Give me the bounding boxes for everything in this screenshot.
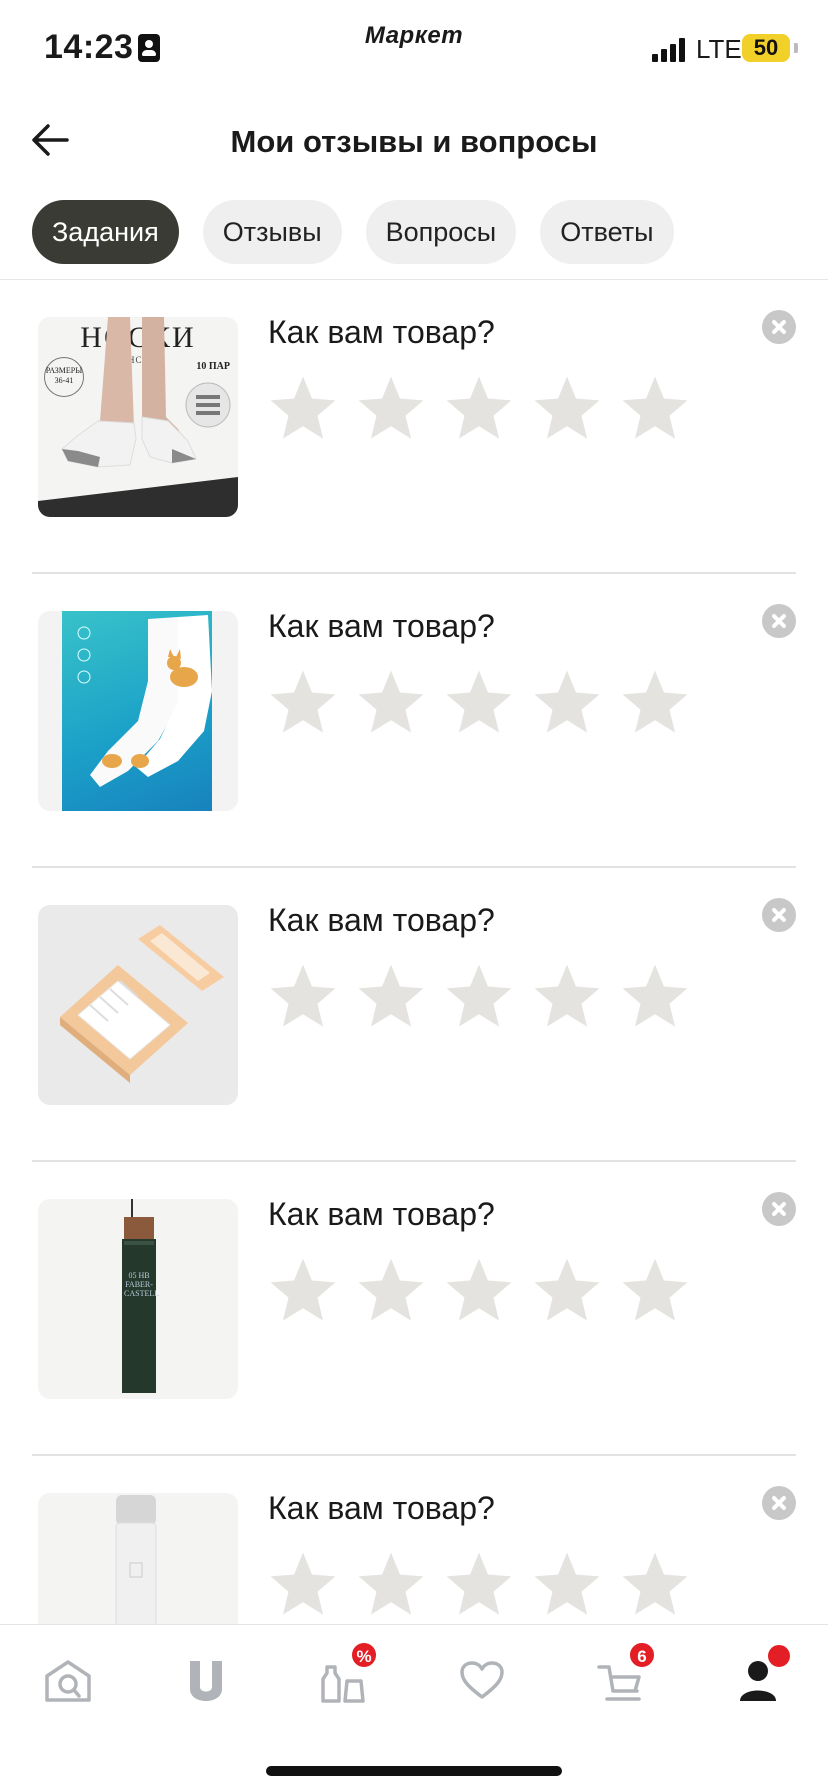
star-icon[interactable] <box>618 960 692 1034</box>
nav-discounts[interactable]: % <box>314 1641 378 1711</box>
star-icon[interactable] <box>530 1548 604 1622</box>
star-icon[interactable] <box>266 1548 340 1622</box>
rating-question: Как вам товар? <box>268 608 495 644</box>
star-rating <box>266 1254 692 1328</box>
home-icon <box>45 1660 91 1702</box>
rating-question: Как вам товар? <box>268 314 495 350</box>
product-image[interactable] <box>38 611 238 811</box>
corgi-socks-illustration <box>77 615 212 787</box>
star-icon[interactable] <box>442 960 516 1034</box>
tab-tasks[interactable]: Задания <box>32 200 179 264</box>
review-task-item: Как вам товар? <box>0 868 828 1162</box>
star-icon[interactable] <box>618 1254 692 1328</box>
star-icon[interactable] <box>266 666 340 740</box>
star-icon[interactable] <box>442 666 516 740</box>
star-icon[interactable] <box>618 1548 692 1622</box>
tab-bar: Задания Отзывы Вопросы Ответы <box>32 200 674 264</box>
star-icon[interactable] <box>442 372 516 446</box>
star-icon[interactable] <box>354 666 428 740</box>
dismiss-button[interactable] <box>762 898 796 932</box>
star-icon[interactable] <box>530 1254 604 1328</box>
product-image[interactable] <box>38 905 238 1105</box>
nav-u[interactable] <box>176 1651 236 1711</box>
product-image[interactable]: 05 HB FABER-CASTELL <box>38 1199 238 1399</box>
star-icon[interactable] <box>530 372 604 446</box>
heart-icon <box>460 1661 504 1699</box>
rating-question: Как вам товар? <box>268 1490 495 1526</box>
star-icon[interactable] <box>354 372 428 446</box>
review-task-item: Как вам товар? <box>0 1456 828 1624</box>
dismiss-button[interactable] <box>762 310 796 344</box>
review-task-item: Как вам товар? <box>0 574 828 868</box>
profile-notification-dot <box>766 1643 792 1669</box>
nav-cart[interactable]: 6 <box>590 1641 656 1711</box>
header: Мои отзывы и вопросы <box>0 96 828 186</box>
product-image[interactable] <box>38 1493 238 1624</box>
discount-badge: % <box>350 1641 378 1669</box>
review-task-item: НОСКИ ЖЕНСКИЕ РАЗМЕРЫ 36-41 10 ПАР Как в… <box>0 280 828 574</box>
star-icon[interactable] <box>618 372 692 446</box>
tab-questions[interactable]: Вопросы <box>365 200 517 264</box>
nav-favorites[interactable] <box>452 1651 512 1711</box>
rating-question: Как вам товар? <box>268 1196 495 1232</box>
network-type: LTE <box>696 34 742 64</box>
gift-box-illustration <box>60 925 224 1083</box>
star-icon[interactable] <box>530 666 604 740</box>
star-icon[interactable] <box>354 1254 428 1328</box>
dismiss-button[interactable] <box>762 1486 796 1520</box>
bottle-illustration <box>115 1495 157 1624</box>
star-icon[interactable] <box>266 1254 340 1328</box>
nav-profile[interactable] <box>730 1643 792 1711</box>
battery-icon: 50 <box>742 34 798 62</box>
dismiss-button[interactable] <box>762 1192 796 1226</box>
home-indicator[interactable] <box>266 1766 562 1776</box>
tab-answers[interactable]: Ответы <box>540 200 674 264</box>
pencil-leads-illustration <box>122 1199 156 1393</box>
nav-home[interactable] <box>38 1651 98 1711</box>
u-icon <box>190 1661 222 1701</box>
star-icon[interactable] <box>618 666 692 740</box>
star-icon[interactable] <box>354 1548 428 1622</box>
dismiss-button[interactable] <box>762 604 796 638</box>
star-rating <box>266 1548 692 1622</box>
star-icon[interactable] <box>266 372 340 446</box>
cart-count-badge: 6 <box>628 1641 656 1669</box>
page-title: Мои отзывы и вопросы <box>230 124 598 159</box>
star-rating <box>266 372 692 446</box>
star-rating <box>266 666 692 740</box>
status-bar: 14:23 Маркет LTE 50 <box>0 0 828 96</box>
star-rating <box>266 960 692 1034</box>
star-icon[interactable] <box>442 1254 516 1328</box>
review-task-item: 05 HB FABER-CASTELL Как вам товар? <box>0 1162 828 1456</box>
star-icon[interactable] <box>530 960 604 1034</box>
tab-reviews[interactable]: Отзывы <box>202 200 342 264</box>
review-task-list: НОСКИ ЖЕНСКИЕ РАЗМЕРЫ 36-41 10 ПАР Как в… <box>0 280 828 1624</box>
product-image[interactable]: НОСКИ ЖЕНСКИЕ РАЗМЕРЫ 36-41 10 ПАР <box>38 317 238 517</box>
star-icon[interactable] <box>442 1548 516 1622</box>
signal-icon <box>652 38 686 62</box>
star-icon[interactable] <box>354 960 428 1034</box>
rating-question: Как вам товар? <box>268 902 495 938</box>
product-image-label: 05 HB FABER-CASTELL <box>124 1271 160 1298</box>
star-icon[interactable] <box>266 960 340 1034</box>
